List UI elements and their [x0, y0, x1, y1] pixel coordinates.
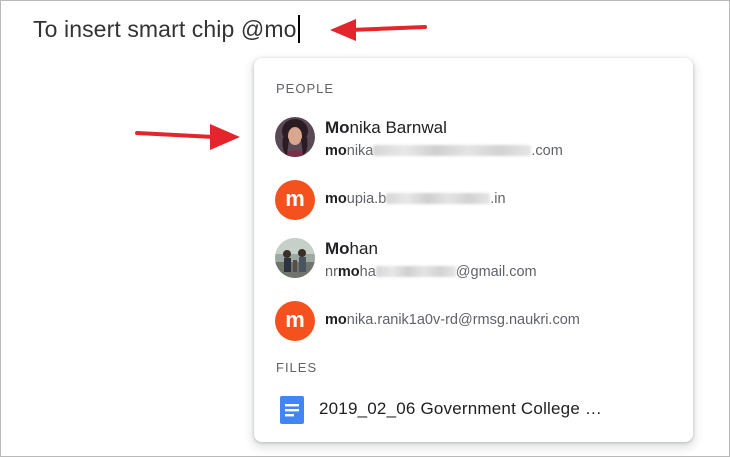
people-section-label: PEOPLE: [276, 81, 335, 96]
avatar: [275, 117, 315, 157]
person-email: monika.ranik1a0v-rd@rmsg.naukri.com: [325, 312, 580, 328]
suggestion-person-mohan[interactable]: Mohan nrmoha @gmail.com: [254, 232, 693, 288]
redacted-blur: [373, 145, 532, 156]
avatar: [275, 238, 315, 278]
document-text-line[interactable]: To insert smart chip @mo: [33, 15, 300, 43]
text-cursor: [297, 15, 300, 43]
avatar: m: [275, 301, 315, 341]
google-docs-icon: [280, 396, 304, 424]
person-email: monika .com: [325, 143, 563, 159]
red-arrow-icon: [135, 124, 240, 150]
smart-chip-suggestions-panel: PEOPLE Monika Barnwal monika .com m moupi…: [254, 58, 693, 442]
suggestion-person-monika-ranik[interactable]: m monika.ranik1a0v-rd@rmsg.naukri.com: [254, 295, 693, 351]
person-email: nrmoha @gmail.com: [325, 264, 537, 280]
suggestion-file[interactable]: 2019_02_06 Government College …: [254, 391, 693, 427]
profile-photo-icon: [275, 238, 315, 278]
typed-text: To insert smart chip @mo: [33, 16, 297, 42]
redacted-blur: [386, 193, 491, 204]
person-name: Mohan: [325, 239, 378, 258]
red-arrow-icon: [330, 19, 427, 41]
suggestion-person-moupia[interactable]: m moupia.b .in: [254, 174, 693, 230]
redacted-blur: [375, 266, 456, 277]
avatar: m: [275, 180, 315, 220]
person-email: moupia.b .in: [325, 191, 506, 207]
suggestion-person-monika-barnwal[interactable]: Monika Barnwal monika .com: [254, 111, 693, 167]
profile-photo-icon: [275, 117, 315, 157]
files-section-label: FILES: [276, 360, 318, 375]
person-name: Monika Barnwal: [325, 118, 447, 137]
file-name: 2019_02_06 Government College …: [319, 399, 603, 418]
